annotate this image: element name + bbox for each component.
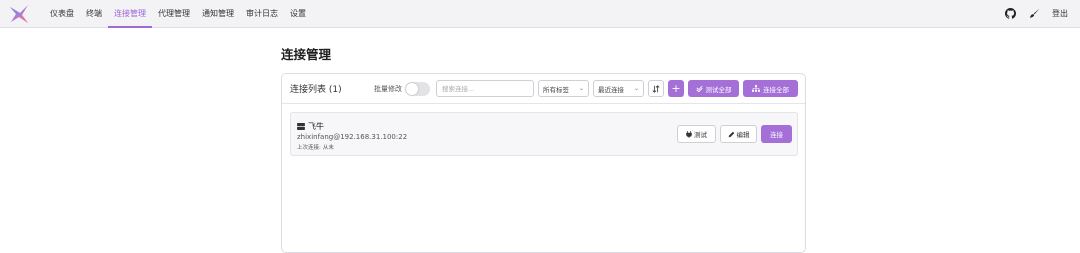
check-double-icon [695, 85, 703, 92]
sort-value: 最近连接 [598, 85, 624, 94]
connect-label: 连接 [770, 131, 783, 139]
connection-list-panel: 连接列表 (1) 批量修改 所有标签 ⌄ 最近连接 ⌄ + 测试全部 连接全部 [281, 73, 806, 253]
nav-item-dashboard[interactable]: 仪表盘 [44, 0, 80, 27]
plus-icon: + [671, 82, 681, 95]
nav-item-settings[interactable]: 设置 [284, 0, 312, 27]
test-connection-button[interactable]: 测试 [677, 125, 716, 143]
connection-card: 飞牛 zhixinfang@192.168.31.100:22 上次连接: 从未… [290, 112, 798, 156]
batch-edit-label: 批量修改 [374, 85, 402, 93]
connection-list-title: 连接列表 (1) [290, 85, 342, 95]
connection-last-connected: 上次连接: 从未 [297, 143, 334, 151]
pencil-icon [728, 131, 734, 137]
chevron-down-icon: ⌄ [633, 85, 639, 92]
brush-icon[interactable] [1028, 8, 1040, 20]
nav-item-connections[interactable]: 连接管理 [108, 0, 152, 28]
tags-filter-value: 所有标签 [543, 85, 569, 94]
github-icon[interactable] [1004, 8, 1016, 20]
test-all-button[interactable]: 测试全部 [688, 80, 739, 97]
test-label: 测试 [694, 131, 707, 139]
chevron-down-icon: ⌄ [578, 85, 584, 92]
page-title: 连接管理 [281, 47, 332, 62]
top-right-actions: 登出 [1004, 0, 1080, 27]
add-connection-button[interactable]: + [668, 80, 684, 97]
server-icon [297, 123, 305, 130]
nav-item-audit-log[interactable]: 审计日志 [240, 0, 284, 27]
sitemap-icon [752, 85, 760, 92]
test-all-label: 测试全部 [705, 85, 732, 94]
top-nav-bar: 仪表盘 终端 连接管理 代理管理 通知管理 审计日志 设置 登出 [0, 0, 1080, 28]
last-connected-value: 从未 [322, 145, 334, 151]
batch-edit-toggle[interactable] [405, 82, 430, 96]
connection-address: zhixinfang@192.168.31.100:22 [297, 133, 408, 141]
search-input[interactable] [436, 80, 534, 97]
nav-item-proxies[interactable]: 代理管理 [152, 0, 196, 27]
tags-filter-select[interactable]: 所有标签 ⌄ [538, 80, 589, 97]
connection-name: 飞牛 [308, 122, 324, 131]
nav-item-notifications[interactable]: 通知管理 [196, 0, 240, 27]
connect-button[interactable]: 连接 [761, 125, 792, 143]
app-logo-icon[interactable] [8, 3, 30, 25]
edit-connection-button[interactable]: 编辑 [720, 125, 757, 143]
logout-link[interactable]: 登出 [1052, 8, 1068, 19]
main-nav: 仪表盘 终端 连接管理 代理管理 通知管理 审计日志 设置 [44, 0, 312, 28]
edit-label: 编辑 [736, 131, 750, 139]
connection-name-row: 飞牛 [297, 121, 324, 132]
toggle-knob [406, 83, 418, 95]
connect-all-button[interactable]: 连接全部 [743, 80, 798, 97]
nav-item-terminal[interactable]: 终端 [80, 0, 108, 27]
sort-direction-button[interactable] [648, 80, 664, 97]
connect-all-label: 连接全部 [763, 85, 789, 94]
connection-list-header: 连接列表 (1) 批量修改 所有标签 ⌄ 最近连接 ⌄ + 测试全部 连接全部 [282, 74, 805, 104]
sort-icon [652, 84, 660, 93]
sort-select[interactable]: 最近连接 ⌄ [593, 80, 644, 97]
plug-icon [686, 130, 692, 138]
last-connected-label: 上次连接: [297, 145, 321, 151]
